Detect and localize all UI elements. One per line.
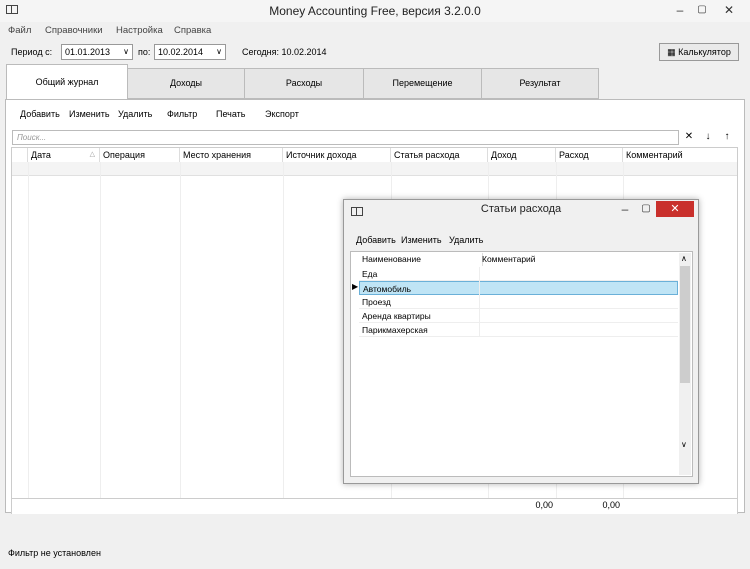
list-item[interactable]: Парикмахерская <box>359 323 678 337</box>
grid-line <box>180 162 181 514</box>
dialog-delete-button[interactable]: Удалить <box>449 235 483 245</box>
list-item[interactable]: Аренда квартиры <box>359 309 678 323</box>
column-operation[interactable]: Операция <box>100 148 180 162</box>
search-input[interactable]: Поиск... <box>12 130 679 145</box>
grid-line <box>28 162 29 514</box>
tab-expenses[interactable]: Расходы <box>244 68 364 99</box>
period-to-label: по: <box>138 47 151 57</box>
menu-file[interactable]: Файл <box>8 25 31 36</box>
edit-button[interactable]: Изменить <box>69 109 110 119</box>
list-item[interactable]: Проезд <box>359 295 678 309</box>
total-expense: 0,00 <box>602 500 620 510</box>
add-button[interactable]: Добавить <box>20 109 60 119</box>
dialog-edit-button[interactable]: Изменить <box>401 235 442 245</box>
chevron-down-icon: ∨ <box>123 47 129 56</box>
menu-bar: Файл Справочники Настройка Справка <box>0 23 750 39</box>
scroll-down-icon[interactable]: ∨ <box>681 440 687 449</box>
column-income[interactable]: Доход <box>488 148 556 162</box>
period-to-combo[interactable]: 10.02.2014 ∨ <box>154 44 226 60</box>
grid-line <box>100 162 101 514</box>
chevron-down-icon: ∨ <box>216 47 222 56</box>
clear-search-icon[interactable]: ✕ <box>682 131 696 142</box>
tab-transfer[interactable]: Перемещение <box>363 68 482 99</box>
calculator-button[interactable]: ▦ Калькулятор <box>659 43 739 61</box>
column-expense[interactable]: Расход <box>556 148 623 162</box>
status-bar: Фильтр не установлен <box>0 545 750 562</box>
filter-button[interactable]: Фильтр <box>167 109 197 119</box>
dialog-minimize-icon[interactable]: – <box>617 201 633 217</box>
period-from-combo[interactable]: 01.01.2013 ∨ <box>61 44 133 60</box>
grid-line <box>283 162 284 514</box>
search-prev-icon[interactable]: ↑ <box>720 131 734 142</box>
today-label: Сегодня: 10.02.2014 <box>242 47 327 57</box>
column-dialog-comment[interactable]: Комментарий <box>479 253 681 266</box>
column-income-source[interactable]: Источник дохода <box>283 148 391 162</box>
totals-row <box>12 498 737 514</box>
column-name[interactable]: Наименование <box>359 253 483 266</box>
row-pointer-icon: ▶ <box>352 282 359 291</box>
column-expense-item[interactable]: Статья расхода <box>391 148 488 162</box>
dialog-add-button[interactable]: Добавить <box>356 235 396 245</box>
delete-button[interactable]: Удалить <box>118 109 152 119</box>
tab-income[interactable]: Доходы <box>127 68 245 99</box>
dialog-close-icon[interactable]: ✕ <box>656 201 694 217</box>
tab-result[interactable]: Результат <box>481 68 599 99</box>
scroll-up-icon[interactable]: ∧ <box>681 254 687 263</box>
tab-general-journal[interactable]: Общий журнал <box>6 64 128 100</box>
status-text: Фильтр не установлен <box>8 548 101 558</box>
dialog-grid-line <box>479 267 480 337</box>
window-title: Money Accounting Free, версия 3.2.0.0 <box>269 4 481 18</box>
list-item-selected[interactable]: Автомобиль <box>359 281 678 295</box>
row-header-corner <box>12 148 28 162</box>
menu-references[interactable]: Справочники <box>45 25 103 36</box>
calculator-icon: ▦ <box>667 47 679 57</box>
close-icon[interactable]: ✕ <box>714 0 744 20</box>
menu-settings[interactable]: Настройка <box>116 25 163 36</box>
list-item[interactable]: Еда <box>359 267 678 281</box>
total-income: 0,00 <box>535 500 553 510</box>
dialog-scrollbar-thumb[interactable] <box>680 266 690 383</box>
column-comment[interactable]: Комментарий <box>623 148 737 162</box>
period-from-label: Период с: <box>11 47 53 57</box>
column-storage[interactable]: Место хранения <box>180 148 283 162</box>
new-row[interactable] <box>12 162 737 176</box>
dialog-maximize-icon[interactable]: ▢ <box>638 201 654 217</box>
print-button[interactable]: Печать <box>216 109 245 119</box>
sort-arrow-icon: △ <box>89 151 95 158</box>
export-button[interactable]: Экспорт <box>265 109 299 119</box>
maximize-icon[interactable]: ▢ <box>692 0 712 20</box>
column-date[interactable]: Дата △ <box>28 148 100 162</box>
search-next-icon[interactable]: ↓ <box>701 131 715 142</box>
menu-help[interactable]: Справка <box>174 25 211 36</box>
minimize-icon[interactable]: – <box>670 0 690 20</box>
